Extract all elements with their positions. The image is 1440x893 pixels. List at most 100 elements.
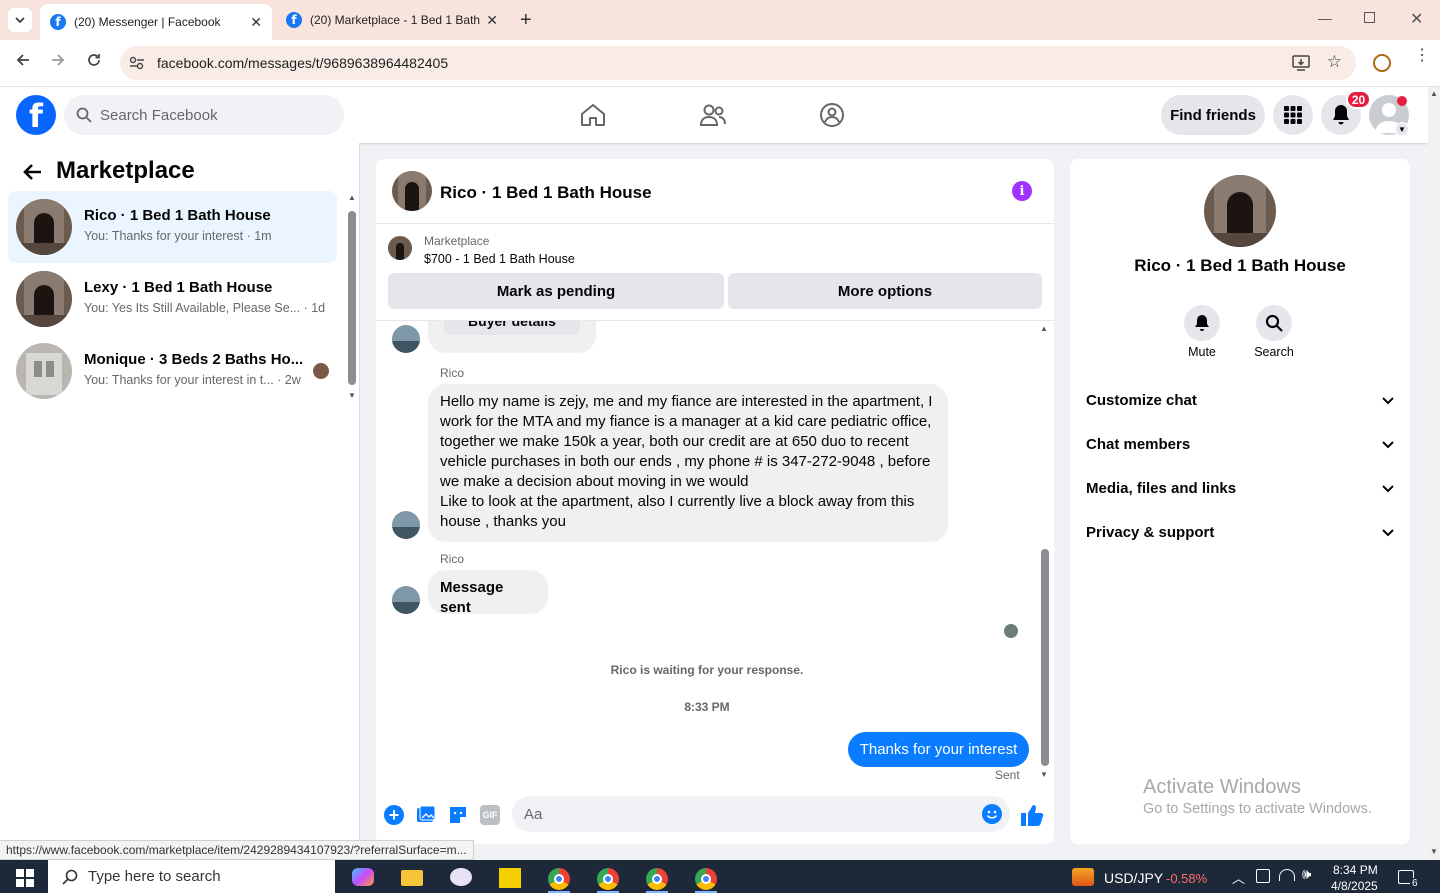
chrome-icon[interactable]: [548, 868, 570, 890]
ticker-change: -0.58%: [1166, 871, 1208, 886]
chat-avatar[interactable]: [392, 171, 432, 211]
conversation-item[interactable]: Rico · 1 Bed 1 Bath House You: Thanks fo…: [8, 191, 337, 263]
sender-name: Rico: [440, 366, 465, 380]
mute-button[interactable]: [1184, 305, 1220, 341]
section-label: Privacy & support: [1086, 524, 1215, 541]
friends-icon[interactable]: [700, 103, 726, 127]
browser-menu-icon[interactable]: ⋮: [1414, 48, 1430, 64]
ticker-widget-icon[interactable]: [1072, 868, 1094, 886]
conversation-item[interactable]: Monique · 3 Beds 2 Baths Ho... You: Than…: [8, 335, 337, 407]
page-scrollbar[interactable]: ▲ ▼: [1428, 87, 1440, 860]
more-options-button[interactable]: More options: [728, 273, 1042, 309]
conversation-snippet: You: Thanks for your interest · 1m: [84, 229, 272, 243]
outgoing-message[interactable]: Thanks for your interest: [848, 732, 1029, 767]
show-hidden-icons-icon[interactable]: ︿: [1232, 868, 1245, 887]
file-explorer-icon[interactable]: [401, 870, 423, 886]
chevron-down-icon: [15, 17, 25, 23]
incoming-message[interactable]: Message sent: [428, 570, 548, 616]
menu-button[interactable]: [1273, 95, 1313, 135]
facebook-logo[interactable]: f: [16, 95, 56, 135]
sender-avatar: [392, 586, 420, 614]
message-scrollbar[interactable]: ▲ ▼: [1040, 324, 1050, 782]
list-scrollbar[interactable]: ▲ ▼: [347, 193, 357, 403]
incoming-message[interactable]: Hello my name is zejy, me and my fiance …: [428, 384, 948, 542]
chrome-icon[interactable]: [695, 868, 717, 890]
activate-windows-title: Activate Windows: [1143, 776, 1301, 798]
clock-time[interactable]: 8:34 PM: [1333, 863, 1378, 877]
contact-avatar[interactable]: [1204, 175, 1276, 247]
home-icon[interactable]: [580, 103, 606, 127]
add-attachment-icon[interactable]: +: [384, 805, 404, 825]
mark-as-pending-button[interactable]: Mark as pending: [388, 273, 724, 309]
site-settings-icon[interactable]: [129, 56, 145, 70]
listing-label: Marketplace: [424, 234, 490, 248]
close-tab-icon[interactable]: ✕: [250, 14, 262, 31]
conversation-item[interactable]: Lexy · 1 Bed 1 Bath House You: Yes Its S…: [8, 263, 337, 335]
bookmark-star-icon[interactable]: ☆: [1327, 52, 1342, 72]
conversation-snippet: You: Thanks for your interest in t... · …: [84, 373, 301, 387]
chat-title[interactable]: Rico · 1 Bed 1 Bath House: [440, 183, 652, 203]
volume-icon[interactable]: 🕪: [1302, 866, 1311, 883]
sticker-icon[interactable]: [448, 805, 468, 825]
customize-chat-section[interactable]: Customize chat: [1086, 392, 1396, 409]
restore-button[interactable]: [1364, 12, 1375, 23]
chat-members-section[interactable]: Chat members: [1086, 436, 1396, 453]
browser-tab-strip: f (20) Messenger | Facebook ✕ f (20) Mar…: [0, 0, 1440, 40]
tab-marketplace[interactable]: f (20) Marketplace - 1 Bed 1 Bath ✕: [276, 0, 508, 40]
find-friends-button[interactable]: Find friends: [1161, 95, 1265, 135]
listing-thumbnail: [16, 343, 72, 399]
conversation-snippet: You: Yes Its Still Available, Please Se.…: [84, 301, 326, 315]
taskbar-search[interactable]: Type here to search: [48, 860, 335, 893]
ticker-name[interactable]: USD/JPY: [1104, 870, 1163, 886]
search-input[interactable]: Search Facebook: [64, 95, 344, 135]
new-tab-button[interactable]: +: [520, 9, 532, 32]
privacy-support-section[interactable]: Privacy & support: [1086, 524, 1396, 541]
tab-messenger[interactable]: f (20) Messenger | Facebook ✕: [40, 4, 272, 40]
wifi-icon[interactable]: [1279, 869, 1295, 881]
photo-icon[interactable]: [416, 805, 436, 825]
arrow-right-icon: [52, 54, 65, 66]
chrome-icon[interactable]: [597, 868, 619, 890]
address-bar[interactable]: facebook.com/messages/t/9689638964482405…: [120, 46, 1356, 80]
waiting-notice: Rico is waiting for your response.: [610, 663, 804, 677]
activate-windows-subtitle: Go to Settings to activate Windows.: [1143, 801, 1372, 817]
emoji-icon[interactable]: [982, 804, 1002, 824]
back-arrow-icon[interactable]: [22, 163, 42, 181]
buyer-details-button[interactable]: Buyer details: [444, 321, 580, 335]
tab-title: (20) Messenger | Facebook: [74, 15, 221, 29]
listing-thumbnail[interactable]: [388, 236, 412, 260]
account-chevron-icon[interactable]: ▼: [1395, 122, 1409, 136]
minimize-button[interactable]: —: [1318, 10, 1332, 26]
close-tab-icon[interactable]: ✕: [486, 12, 498, 29]
close-window-button[interactable]: ✕: [1410, 9, 1423, 29]
search-in-chat-button[interactable]: [1256, 305, 1292, 341]
sender-avatar: [392, 511, 420, 539]
chat-info-panel: Rico · 1 Bed 1 Bath House Mute Search Cu…: [1070, 159, 1410, 844]
chrome-icon[interactable]: [646, 868, 668, 890]
chevron-down-icon: [1382, 529, 1394, 537]
groups-icon[interactable]: [819, 102, 845, 128]
back-button[interactable]: [12, 52, 34, 73]
sticky-notes-icon[interactable]: [499, 868, 521, 888]
like-thumbs-up-icon[interactable]: [1020, 803, 1044, 827]
search-icon: [62, 869, 78, 885]
copilot-icon[interactable]: [352, 868, 374, 886]
clock-date[interactable]: 4/8/2025: [1331, 879, 1378, 893]
info-icon[interactable]: i: [1012, 181, 1032, 201]
install-app-icon[interactable]: [1292, 55, 1310, 71]
network-icon[interactable]: [1256, 869, 1270, 883]
tab-search-button[interactable]: [8, 8, 32, 32]
gif-icon[interactable]: GIF: [480, 805, 500, 825]
listing-detail[interactable]: $700 - 1 Bed 1 Bath House: [424, 252, 575, 266]
reload-button[interactable]: [83, 52, 105, 73]
forward-button[interactable]: [47, 52, 69, 73]
windows-start-icon[interactable]: [16, 869, 34, 887]
conversation-name: Lexy · 1 Bed 1 Bath House: [84, 279, 273, 296]
chat-panel: Rico · 1 Bed 1 Bath House i Marketplace …: [376, 159, 1054, 844]
bell-icon: [1195, 315, 1209, 331]
profile-icon[interactable]: [1373, 54, 1391, 72]
media-files-links-section[interactable]: Media, files and links: [1086, 480, 1396, 497]
message-input[interactable]: Aa: [512, 796, 1010, 832]
paint-app-icon[interactable]: [450, 868, 472, 886]
listing-thumbnail: [16, 199, 72, 255]
